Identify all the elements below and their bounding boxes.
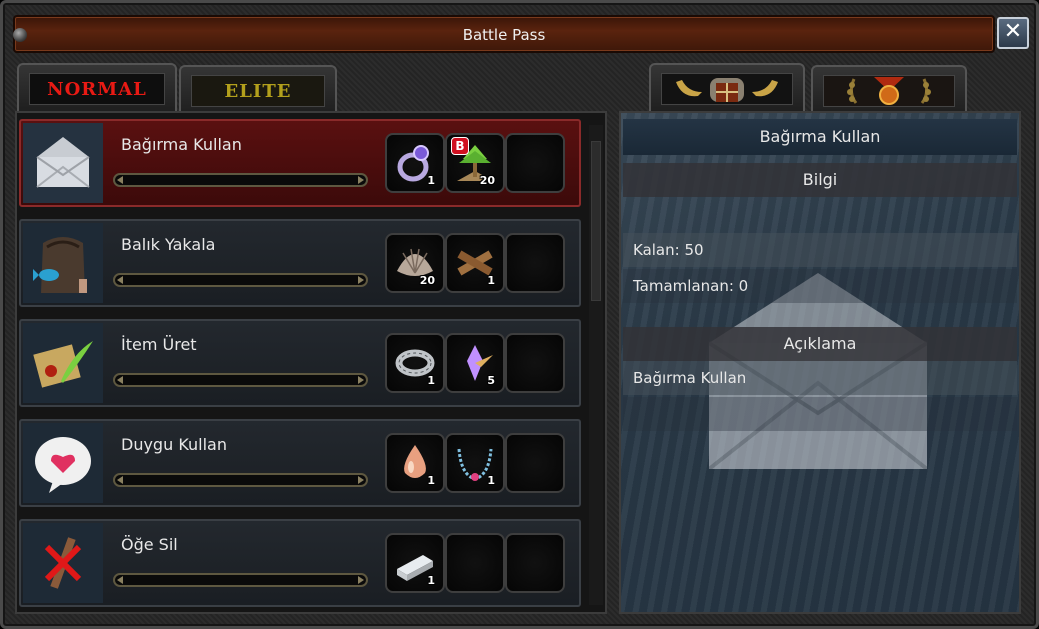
tab-rewards-inner [823,75,955,107]
reward-count: 1 [427,374,435,387]
reward-count: 1 [427,574,435,587]
quest-list-scrollbar[interactable] [589,125,603,605]
tab-normal[interactable]: NORMAL [17,63,177,113]
scroll-feather-icon [23,323,103,403]
scrollbar-thumb[interactable] [591,141,601,301]
reward-slot[interactable]: 1 [445,233,505,293]
fish-icon [23,223,103,303]
tab-elite[interactable]: ELITE [179,65,337,115]
quest-detail-panel: Bağırma Kullan Bilgi Kalan: 50 Tamamlana… [619,111,1021,614]
tab-elite-label: ELITE [191,75,325,107]
quest-name: Balık Yakala [121,235,216,254]
quest-name: Duygu Kullan [121,435,227,454]
tab-quest-detail-inner [661,73,793,105]
quest-row[interactable]: Bağırma Kullan 1 B 20 [19,119,581,207]
detail-title: Bağırma Kullan [623,119,1017,155]
close-button[interactable]: ✕ [997,17,1029,49]
quest-name: Bağırma Kullan [121,135,242,154]
reward-slot[interactable]: 1 [385,333,445,393]
reward-count: 5 [487,374,495,387]
battle-pass-window: Battle Pass ✕ NORMAL ELITE Bağırma Kulla… [0,0,1039,629]
quest-name: Öğe Sil [121,535,178,554]
quest-name: İtem Üret [121,335,197,354]
quest-progress-bar [113,273,368,287]
tab-rewards[interactable] [811,65,967,115]
info-header: Bilgi [623,163,1017,197]
title-knob-icon [13,28,27,42]
reward-slot[interactable]: 20 [385,233,445,293]
quest-progress-bar [113,373,368,387]
quest-row[interactable]: Öğe Sil 1 [19,519,581,607]
reward-slot[interactable]: 5 [445,333,505,393]
reward-count: 1 [427,474,435,487]
completed-count: Tamamlanan: 0 [623,269,1017,303]
reward-slot-empty[interactable] [505,133,565,193]
quest-row[interactable]: Balık Yakala 20 1 [19,219,581,307]
reward-count: 20 [479,174,495,187]
reward-badge: B [451,137,469,155]
reward-slot-empty[interactable] [505,233,565,293]
quest-progress-bar [113,173,368,187]
description-header: Açıklama [623,327,1017,361]
reward-count: 1 [487,274,495,287]
description-row-empty [623,397,1017,431]
tab-normal-label: NORMAL [29,73,165,105]
reward-slot[interactable]: 1 [445,433,505,493]
reward-slot-empty[interactable] [445,533,505,593]
quest-row[interactable]: İtem Üret 1 5 [19,319,581,407]
title-bar[interactable]: Battle Pass [13,15,995,53]
tab-quest-detail[interactable] [649,63,805,113]
reward-slot-empty[interactable] [505,433,565,493]
gate-horns-icon [676,78,778,102]
envelope-icon [23,123,103,203]
medal-laurel-icon [847,77,931,105]
reward-slot-empty[interactable] [505,533,565,593]
reward-count: 1 [487,474,495,487]
reward-slot[interactable]: 1 [385,433,445,493]
reward-count: 1 [427,174,435,187]
crossed-item-icon [23,523,103,603]
heart-bubble-icon [23,423,103,503]
quest-row[interactable]: Duygu Kullan 1 1 [19,419,581,507]
reward-slot[interactable]: 1 [385,133,445,193]
quest-progress-bar [113,573,368,587]
reward-slot[interactable]: 1 [385,533,445,593]
window-title: Battle Pass [462,26,546,44]
reward-slot[interactable]: B 20 [445,133,505,193]
remaining-count: Kalan: 50 [623,233,1017,267]
description-text: Bağırma Kullan [623,361,1017,395]
reward-count: 20 [419,274,435,287]
quest-progress-bar [113,473,368,487]
reward-slot-empty[interactable] [505,333,565,393]
